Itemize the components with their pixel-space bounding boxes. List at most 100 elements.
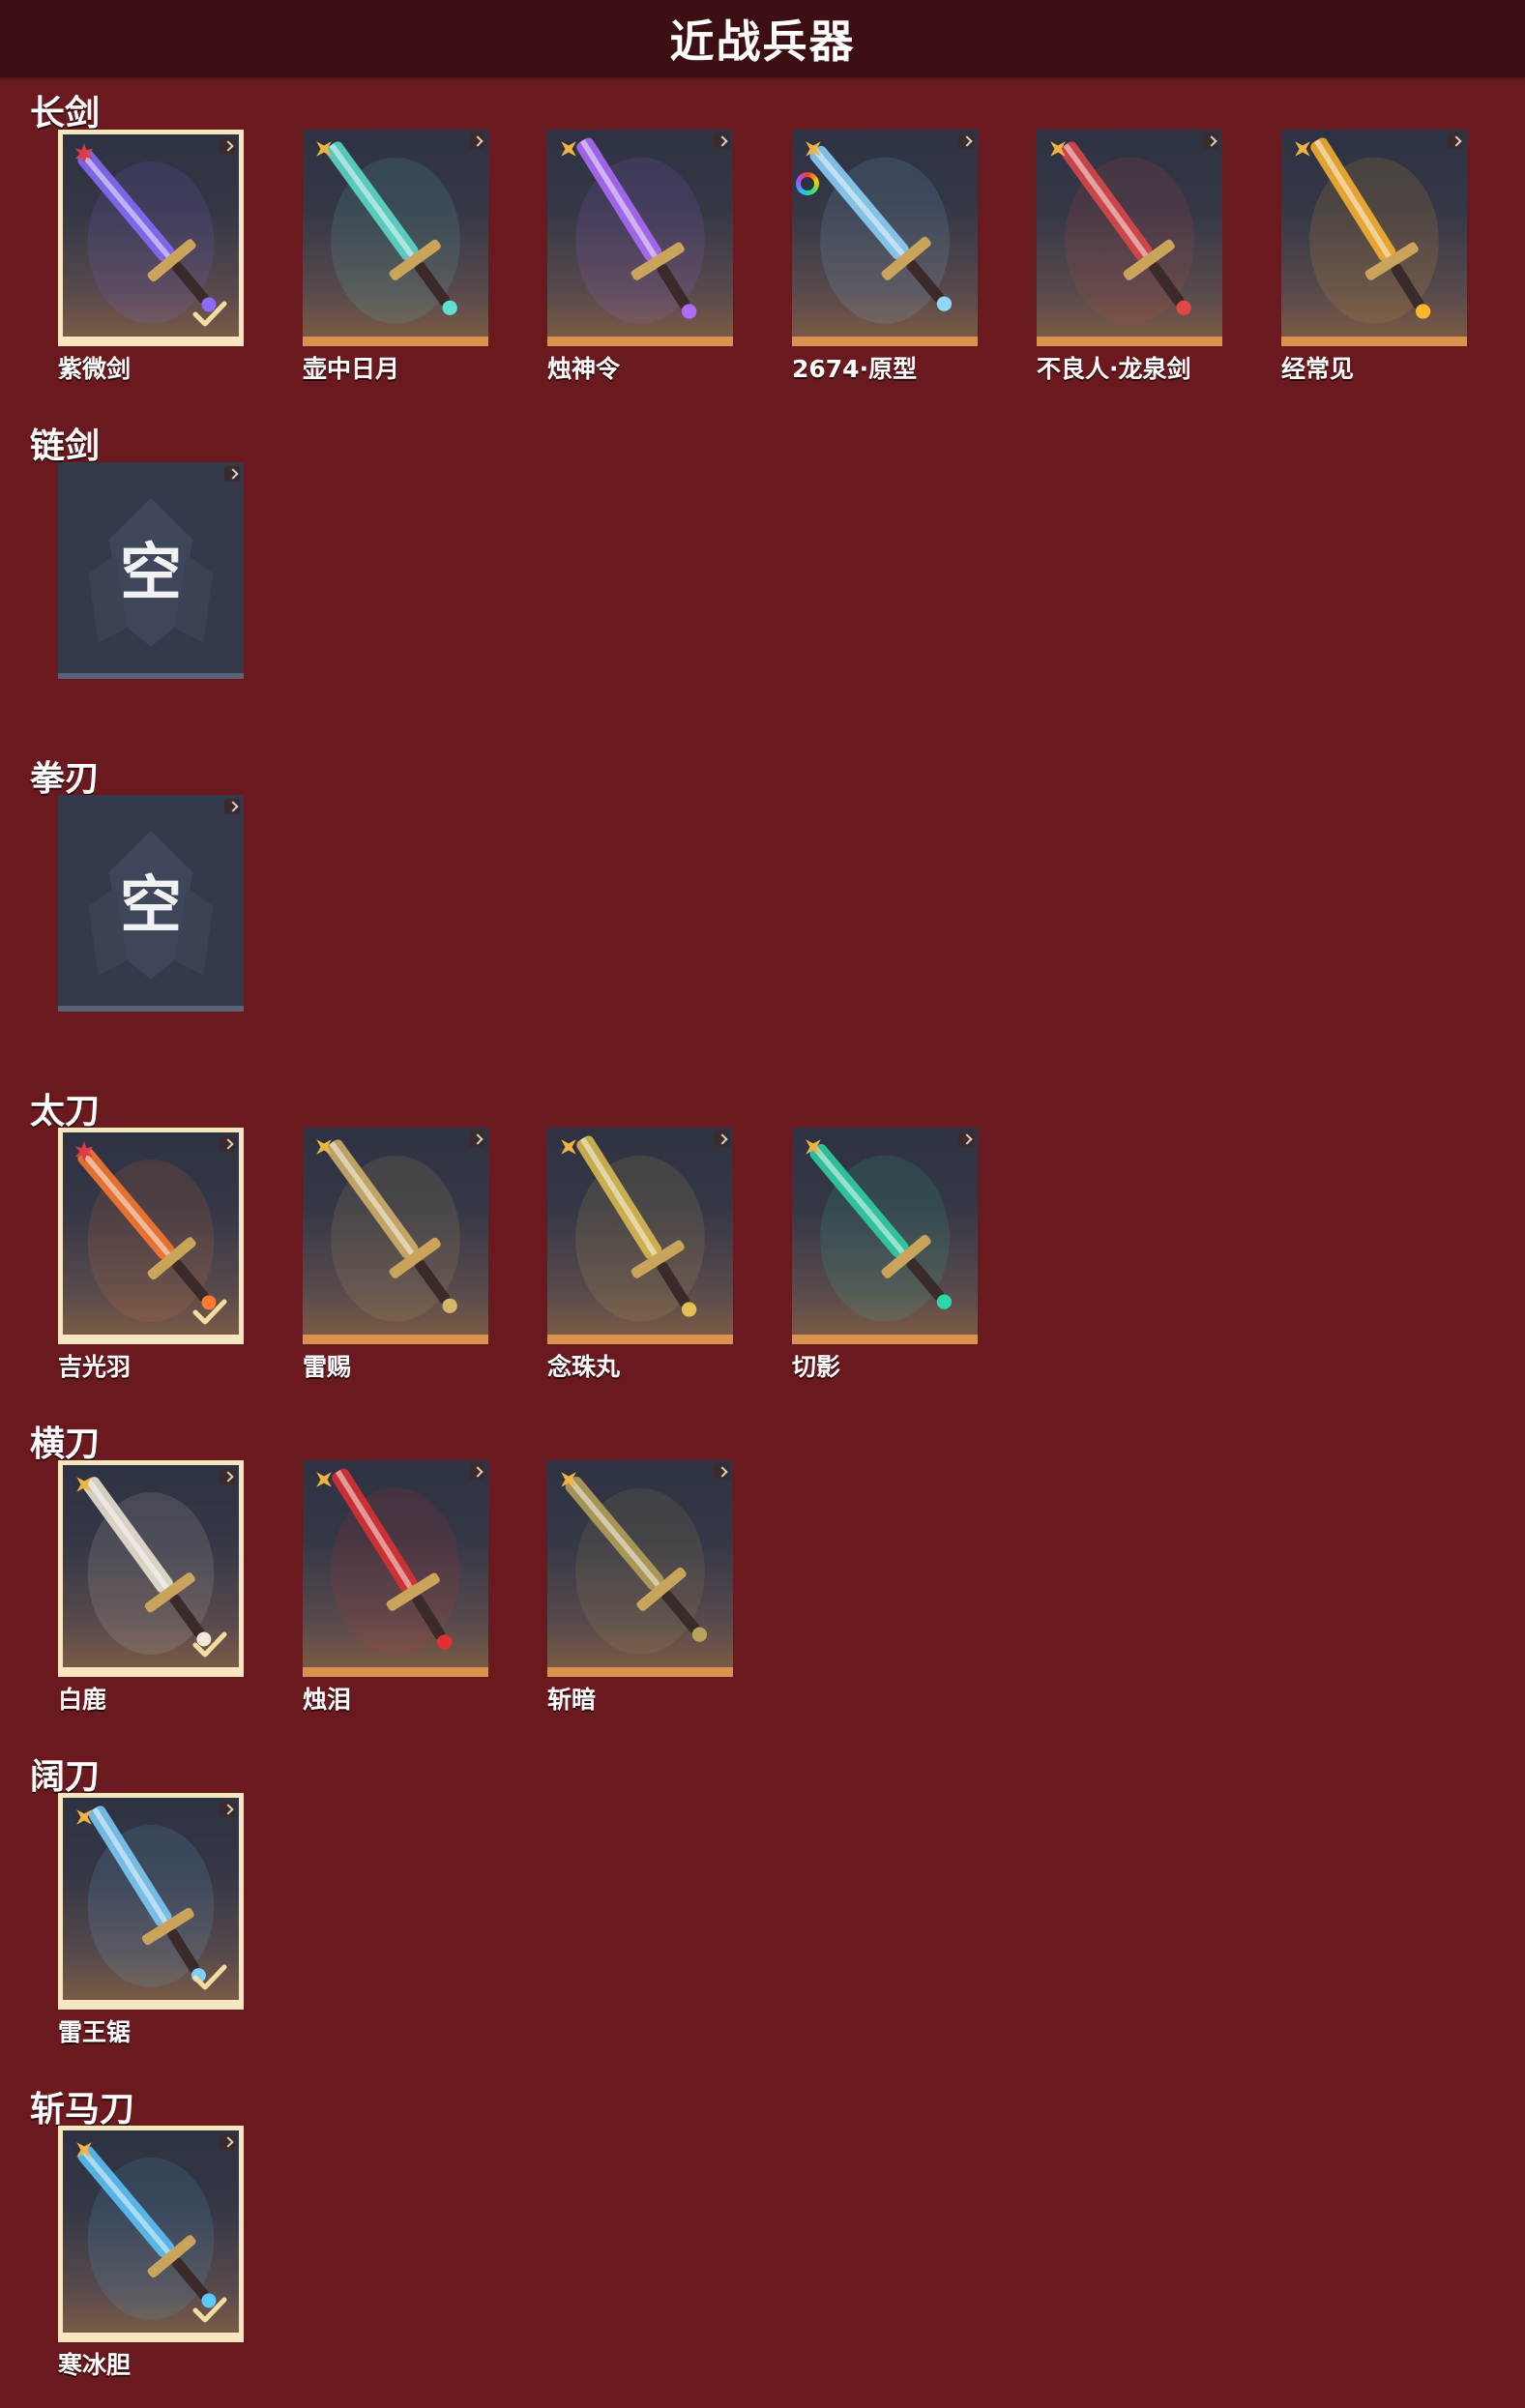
weapon-slot[interactable]: 不良人·龙泉剑 xyxy=(1037,130,1222,385)
weapon-image xyxy=(809,145,953,324)
weapon-slot[interactable]: 经常见 xyxy=(1281,130,1467,385)
weapon-card[interactable] xyxy=(58,1460,244,1677)
weapon-card[interactable] xyxy=(58,1128,244,1344)
category-title: 太刀 xyxy=(30,1092,101,1131)
weapon-name: 经常见 xyxy=(1281,355,1355,383)
weapon-slot[interactable]: 斩暗 xyxy=(547,1460,733,1716)
weapon-name: 白鹿 xyxy=(58,1686,107,1714)
diamond-rank-icon xyxy=(1050,141,1066,157)
checkmark-icon xyxy=(192,1299,227,1325)
weapon-image xyxy=(809,1143,953,1322)
weapon-name: 斩暗 xyxy=(547,1686,597,1714)
weapon-card[interactable] xyxy=(58,130,244,346)
diamond-rank-icon xyxy=(561,1472,576,1487)
weapon-name: 不良人·龙泉剑 xyxy=(1037,355,1191,383)
diamond-rank-icon xyxy=(806,1139,821,1155)
diamond-rank-icon xyxy=(316,1139,332,1155)
weapon-slot[interactable]: 2674·原型 xyxy=(792,130,978,385)
diamond-rank-icon xyxy=(316,1472,332,1487)
corner-icon xyxy=(220,2134,235,2150)
corner-icon xyxy=(220,1802,235,1817)
weapon-card[interactable] xyxy=(547,1128,733,1344)
weapon-card[interactable] xyxy=(58,2126,244,2342)
weapon-card[interactable] xyxy=(547,130,733,346)
weapon-name: 寒冰胆 xyxy=(58,2351,132,2379)
star-rank-icon xyxy=(74,1141,94,1162)
weapon-slot[interactable]: 白鹿 xyxy=(58,1460,244,1716)
diamond-rank-icon xyxy=(1295,141,1310,157)
weapon-card[interactable] xyxy=(303,1128,488,1344)
corner-icon xyxy=(224,799,240,814)
weapon-slot[interactable]: 烛泪 xyxy=(303,1460,488,1716)
weapon-image xyxy=(1309,137,1439,324)
empty-slot-card[interactable]: 空 xyxy=(58,462,244,679)
category-section: 阔刀 雷王锯 xyxy=(0,1743,1525,2075)
weapon-name: 2674·原型 xyxy=(792,355,918,383)
weapon-card[interactable] xyxy=(792,130,978,346)
weapon-card[interactable] xyxy=(303,130,488,346)
empty-slot-card[interactable]: 空 xyxy=(58,795,244,1012)
weapon-slot[interactable]: 吉光羽 xyxy=(58,1128,244,1383)
weapon-name: 雷赐 xyxy=(303,1353,352,1381)
empty-slot-label: 空 xyxy=(120,870,182,942)
weapon-name: 念珠丸 xyxy=(547,1353,621,1381)
empty-weapon-slot[interactable]: 空 xyxy=(58,795,244,1012)
corner-icon xyxy=(220,138,235,154)
weapon-name: 烛神令 xyxy=(547,355,621,383)
weapon-slot[interactable]: 念珠丸 xyxy=(547,1128,733,1383)
checkmark-icon xyxy=(192,301,227,327)
page-title: 近战兵器 xyxy=(669,15,856,68)
corner-icon xyxy=(469,1131,484,1147)
star-rank-icon xyxy=(74,143,94,164)
category-title: 阔刀 xyxy=(30,1757,101,1797)
corner-icon xyxy=(220,1136,235,1152)
category-section: 链剑空 xyxy=(0,412,1525,745)
empty-slot-label: 空 xyxy=(120,538,182,609)
weapon-card[interactable] xyxy=(1037,130,1222,346)
weapon-slot[interactable]: 紫微剑 xyxy=(58,130,244,385)
weapon-card[interactable] xyxy=(303,1460,488,1677)
empty-weapon-slot[interactable]: 空 xyxy=(58,462,244,679)
corner-icon xyxy=(958,133,974,149)
weapon-card[interactable] xyxy=(547,1460,733,1677)
weapon-image xyxy=(1060,141,1194,324)
checkmark-icon xyxy=(192,2297,227,2323)
weapon-card[interactable] xyxy=(792,1128,978,1344)
corner-icon xyxy=(714,1131,729,1147)
corner-icon xyxy=(1203,133,1218,149)
category-title: 斩马刀 xyxy=(30,2090,135,2129)
diamond-rank-icon xyxy=(316,141,332,157)
weapon-slot[interactable]: 切影 xyxy=(792,1128,978,1383)
corner-icon xyxy=(714,1464,729,1480)
category-section: 太刀 吉光羽 雷赐 念珠丸 切影 xyxy=(0,1077,1525,1410)
header-bar: 近战兵器 xyxy=(0,0,1525,77)
weapon-card[interactable] xyxy=(1281,130,1467,346)
weapon-slot[interactable]: 寒冰胆 xyxy=(58,2126,244,2381)
diamond-rank-icon xyxy=(561,1139,576,1155)
category-section: 拳刃空 xyxy=(0,745,1525,1077)
weapon-card[interactable] xyxy=(58,1793,244,2010)
weapon-name: 紫微剑 xyxy=(58,355,132,383)
weapon-slot[interactable]: 雷赐 xyxy=(303,1128,488,1383)
weapon-name: 烛泪 xyxy=(303,1686,352,1714)
corner-icon xyxy=(469,1464,484,1480)
weapon-image xyxy=(331,1468,460,1655)
rainbow-ring-icon xyxy=(796,172,819,195)
weapon-slot[interactable]: 雷王锯 xyxy=(58,1793,244,2048)
weapon-image xyxy=(565,1476,708,1655)
weapon-image xyxy=(575,137,705,324)
category-section: 横刀白鹿 烛泪 斩暗 xyxy=(0,1410,1525,1743)
diamond-rank-icon xyxy=(806,141,821,157)
corner-icon xyxy=(958,1131,974,1147)
corner-icon xyxy=(714,133,729,149)
checkmark-icon xyxy=(192,1964,227,1990)
corner-icon xyxy=(220,1469,235,1484)
category-title: 横刀 xyxy=(30,1424,101,1464)
weapon-slot[interactable]: 壶中日月 xyxy=(303,130,488,385)
corner-icon xyxy=(469,133,484,149)
weapon-name: 切影 xyxy=(792,1353,841,1381)
weapon-name: 壶中日月 xyxy=(303,355,400,383)
weapon-slot[interactable]: 烛神令 xyxy=(547,130,733,385)
checkmark-icon xyxy=(192,1631,227,1658)
weapon-image xyxy=(326,1139,460,1322)
